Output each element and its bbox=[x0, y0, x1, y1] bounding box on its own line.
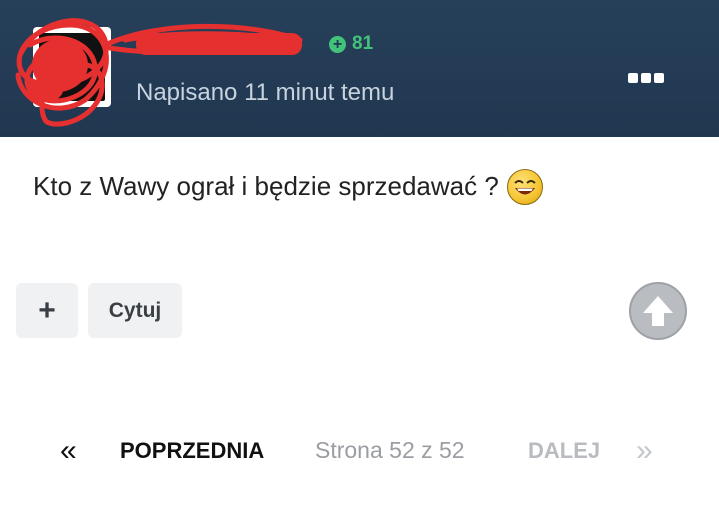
more-dot-icon bbox=[628, 73, 638, 83]
reputation-count: 81 bbox=[352, 33, 374, 54]
forum-post-page: + 81 Napisano 11 minut temu Kto z Wawy o… bbox=[0, 0, 719, 511]
avatar-image bbox=[39, 33, 105, 101]
post-body: Kto z Wawy ograł i będzie sprzedawać ? bbox=[33, 168, 543, 205]
post-text: Kto z Wawy ograł i będzie sprzedawać ? bbox=[33, 170, 499, 201]
more-options-button[interactable] bbox=[628, 70, 666, 86]
reputation-badge: + 81 bbox=[329, 33, 373, 55]
pager-prev-arrow-icon[interactable]: « bbox=[60, 434, 77, 468]
post-timestamp: Napisano 11 minut temu bbox=[136, 79, 395, 106]
pager-page-info: Strona 52 z 52 bbox=[315, 437, 465, 463]
upvote-button[interactable]: + bbox=[16, 283, 78, 338]
pager-next-arrow-icon: » bbox=[636, 434, 653, 467]
more-dot-icon bbox=[654, 73, 664, 83]
plus-circle-icon: + bbox=[329, 35, 346, 53]
pager-previous-link[interactable]: POPRZEDNIA bbox=[120, 438, 264, 464]
quote-button[interactable]: Cytuj bbox=[88, 283, 182, 338]
more-dot-icon bbox=[641, 73, 651, 83]
laughing-emoji-icon bbox=[506, 169, 543, 205]
pager-next-link: DALEJ bbox=[528, 438, 601, 463]
quote-label: Cytuj bbox=[108, 298, 162, 322]
avatar[interactable] bbox=[33, 27, 111, 107]
arrow-up-icon bbox=[643, 296, 673, 326]
plus-label: + bbox=[38, 293, 56, 327]
scroll-to-top-button[interactable] bbox=[629, 282, 687, 340]
post-header: + 81 Napisano 11 minut temu bbox=[0, 0, 719, 137]
redacted-username bbox=[136, 33, 302, 55]
